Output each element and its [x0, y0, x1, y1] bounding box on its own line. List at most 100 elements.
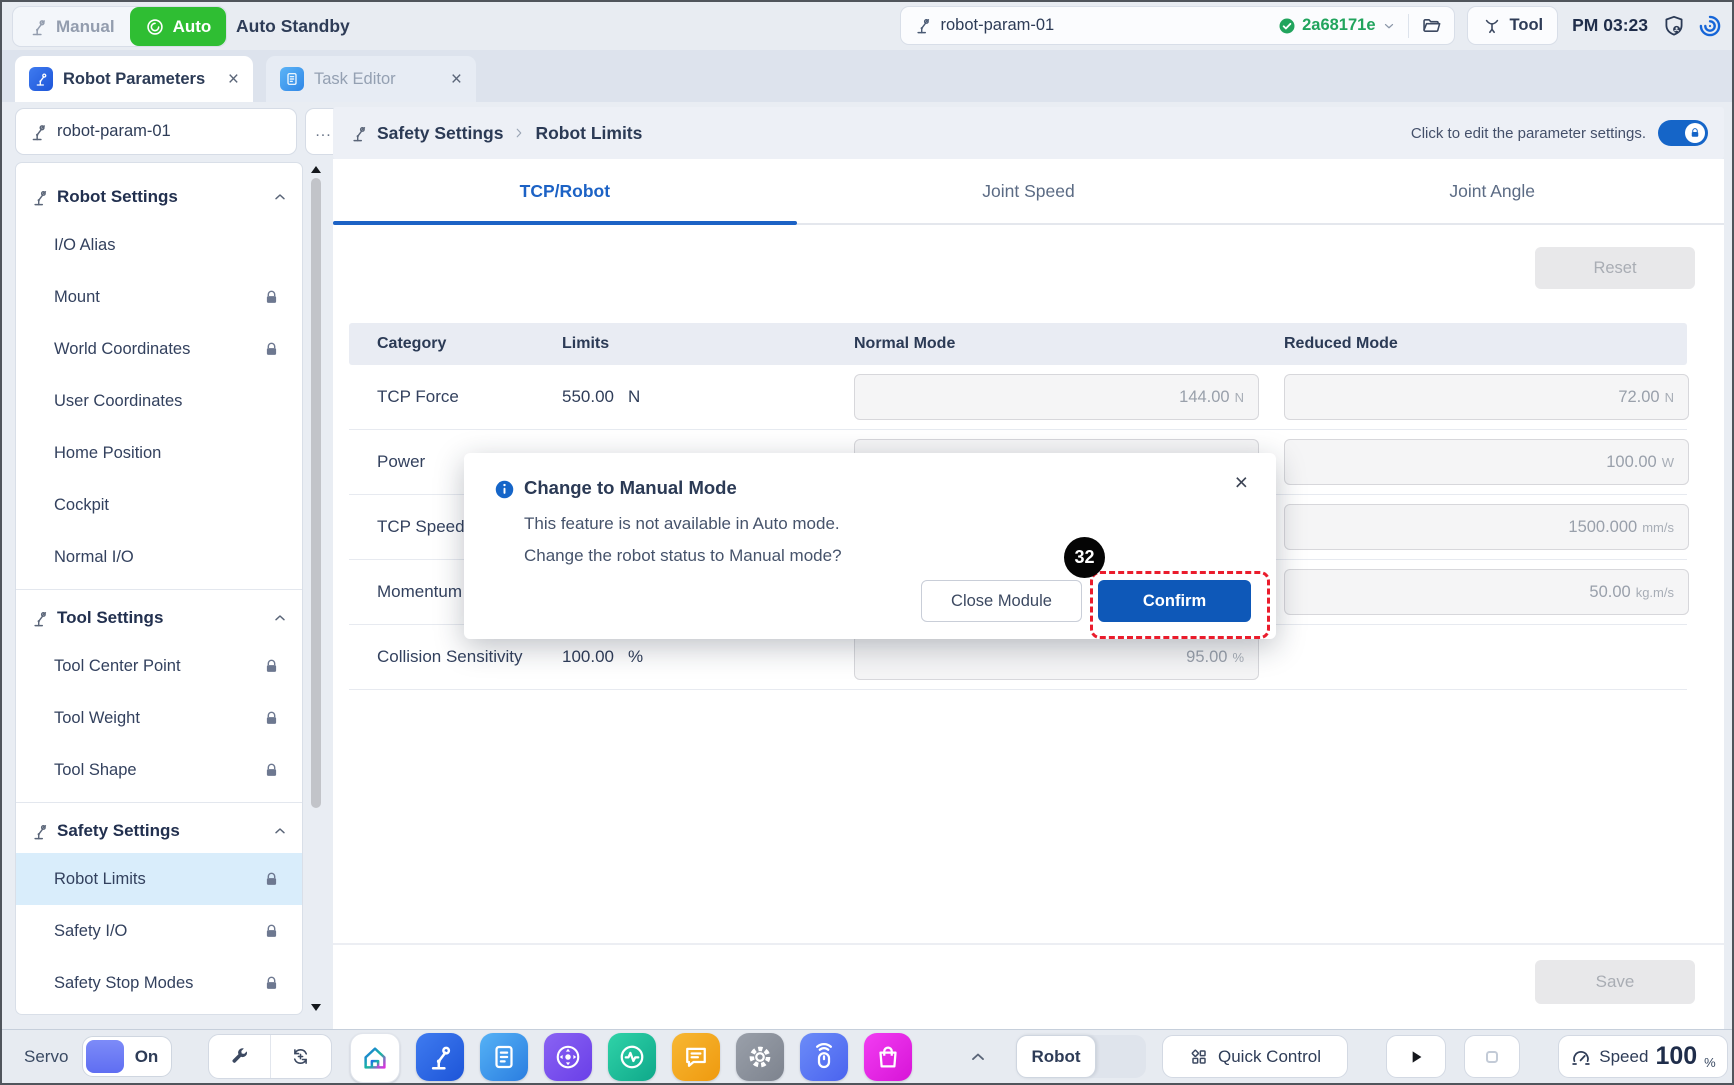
- jog-app-icon[interactable]: [544, 1033, 592, 1081]
- tab-task-editor[interactable]: Task Editor ×: [266, 56, 476, 102]
- table-row-tcp-force: TCP Force550.00N144.00N72.00N: [349, 365, 1687, 430]
- parameter-file-selector[interactable]: robot-param-01 2a68171e: [900, 6, 1455, 45]
- sidebar-item-safety-stop-modes[interactable]: Safety Stop Modes: [16, 957, 302, 1009]
- servo-label: Servo: [24, 1030, 68, 1083]
- lock-icon: [1689, 127, 1701, 139]
- settings-app-icon[interactable]: [736, 1033, 784, 1081]
- save-button[interactable]: Save: [1535, 960, 1695, 1004]
- tab-tcp-robot[interactable]: TCP/Robot: [333, 159, 797, 223]
- change-to-manual-mode-dialog: Change to Manual Mode × This feature is …: [464, 453, 1276, 639]
- sidebar-section-robot-settings[interactable]: Robot Settings: [16, 175, 302, 219]
- sync-position-button[interactable]: [270, 1035, 332, 1078]
- sidebar-panel: Robot SettingsI/O Alias Mount World Coordi…: [15, 162, 303, 1015]
- edit-lock-toggle[interactable]: [1658, 120, 1708, 146]
- confirm-button[interactable]: Confirm: [1098, 580, 1251, 622]
- close-tab-icon[interactable]: ×: [228, 70, 239, 89]
- sidebar-item-label: Robot Limits: [54, 870, 146, 889]
- remote-app-icon[interactable]: [800, 1033, 848, 1081]
- monitoring-app-icon[interactable]: [608, 1033, 656, 1081]
- play-button[interactable]: [1386, 1035, 1446, 1078]
- manual-mode-button[interactable]: Manual: [13, 7, 130, 46]
- close-module-button[interactable]: Close Module: [921, 580, 1082, 622]
- sidebar-item-cockpit[interactable]: Cockpit: [16, 479, 302, 531]
- auto-mode-button[interactable]: Auto: [130, 7, 227, 46]
- footer-divider: [333, 943, 1724, 945]
- sidebar-item-user-coordinates[interactable]: User Coordinates: [16, 375, 302, 427]
- open-file-icon[interactable]: [1421, 15, 1442, 36]
- dialog-close-icon[interactable]: ×: [1235, 471, 1248, 494]
- scroll-up-arrow[interactable]: [311, 166, 321, 173]
- reduced-mode-input-tcp-force[interactable]: 72.00N: [1284, 374, 1689, 420]
- sidebar-item-label: Tool Weight: [54, 709, 140, 728]
- sidebar-item-label: Cockpit: [54, 496, 109, 515]
- robot-sim-toggle[interactable]: Robot: [1016, 1035, 1146, 1078]
- reduced-mode-input-power[interactable]: 100.00W: [1284, 439, 1689, 485]
- scroll-down-arrow[interactable]: [311, 1004, 321, 1011]
- store-app-icon[interactable]: [864, 1033, 912, 1081]
- reduced-mode-input-momentum[interactable]: 50.00kg.m/s: [1284, 569, 1689, 615]
- speed-label: Speed: [1599, 1047, 1648, 1067]
- tab-robot-parameters[interactable]: Robot Parameters ×: [15, 56, 253, 102]
- chat-glyph-icon: [681, 1042, 711, 1072]
- app-tab-strip: Robot Parameters × Task Editor ×: [2, 50, 1732, 102]
- chevron-up-icon: [272, 823, 288, 839]
- limits-cell: 550.00N: [562, 387, 854, 407]
- speed-value: 100: [1655, 1042, 1697, 1071]
- sidebar-section-tool-settings[interactable]: Tool Settings: [16, 596, 302, 640]
- tab-label: Robot Parameters: [63, 70, 205, 89]
- sidebar-item-i-o-alias[interactable]: I/O Alias: [16, 219, 302, 271]
- robot-arm-icon: [913, 16, 932, 35]
- sidebar-item-normal-i-o[interactable]: Normal I/O: [16, 531, 302, 583]
- commit-hash-dropdown[interactable]: 2a68171e: [1278, 16, 1395, 35]
- chevron-up-icon: [272, 189, 288, 205]
- servo-toggle[interactable]: On: [82, 1036, 172, 1077]
- sidebar-item-tool-center-point[interactable]: Tool Center Point: [16, 640, 302, 692]
- scrollbar-thumb[interactable]: [311, 178, 321, 808]
- robot-params-app-icon[interactable]: [416, 1033, 464, 1081]
- recovery-icon[interactable]: [1698, 14, 1722, 38]
- grid-icon: [1189, 1047, 1209, 1067]
- sidebar-item-label: Tool Center Point: [54, 657, 181, 676]
- safety-user-icon[interactable]: [1662, 14, 1686, 38]
- play-icon: [1406, 1047, 1426, 1067]
- sidebar-item-tool-weight[interactable]: Tool Weight: [16, 692, 302, 744]
- log-app-icon[interactable]: [672, 1033, 720, 1081]
- tool-button[interactable]: Tool: [1467, 6, 1559, 45]
- reset-button[interactable]: Reset: [1535, 247, 1695, 289]
- home-app-icon[interactable]: [350, 1033, 400, 1083]
- lock-icon: [263, 710, 280, 727]
- robot-white-glyph-icon: [425, 1042, 455, 1072]
- lock-icon: [263, 289, 280, 306]
- reduced-mode-input-tcp-speed[interactable]: 1500.000mm/s: [1284, 504, 1689, 550]
- sidebar-scrollbar[interactable]: [308, 162, 324, 1015]
- sidebar-section-safety-settings[interactable]: Safety Settings: [16, 809, 302, 853]
- sidebar-item-world-coordinates[interactable]: World Coordinates: [16, 323, 302, 375]
- sidebar-item-safety-i-o[interactable]: Safety I/O: [16, 905, 302, 957]
- sidebar-divider: [16, 589, 302, 590]
- normal-mode-input-collision-sensitivity[interactable]: 95.00%: [854, 634, 1259, 680]
- speed-control[interactable]: Speed 100 %: [1558, 1035, 1728, 1078]
- task-editor-app-icon[interactable]: [480, 1033, 528, 1081]
- sidebar-item-robot-limits[interactable]: Robot Limits: [16, 853, 302, 905]
- tab-joint-speed[interactable]: Joint Speed: [797, 159, 1261, 223]
- check-circle-icon: [1278, 17, 1296, 35]
- parameter-file-name: robot-param-01: [941, 16, 1055, 35]
- task-editor-tab-icon: [280, 67, 304, 91]
- sidebar-item-tool-shape[interactable]: Tool Shape: [16, 744, 302, 796]
- limits-tab-bar: TCP/Robot Joint Speed Joint Angle: [333, 159, 1724, 225]
- sidebar-item-home-position[interactable]: Home Position: [16, 427, 302, 479]
- breadcrumb-section: Safety Settings: [377, 123, 503, 144]
- robot-control-app: Manual Auto Auto Standby robot-param-01 …: [0, 0, 1734, 1085]
- normal-mode-input-tcp-force[interactable]: 144.00N: [854, 374, 1259, 420]
- quick-control-button[interactable]: Quick Control: [1162, 1035, 1348, 1078]
- sidebar-item-label: Mount: [54, 288, 100, 307]
- close-tab-icon[interactable]: ×: [451, 70, 462, 89]
- dock-expand-chevron-icon[interactable]: [968, 1047, 988, 1067]
- stop-button[interactable]: [1464, 1035, 1520, 1078]
- robot-arm-icon: [349, 124, 368, 143]
- quick-control-label: Quick Control: [1218, 1047, 1321, 1067]
- tab-joint-angle[interactable]: Joint Angle: [1260, 159, 1724, 223]
- workcell-tools-button[interactable]: [209, 1035, 270, 1078]
- sidebar-param-name-box[interactable]: robot-param-01: [15, 108, 297, 155]
- sidebar-item-mount[interactable]: Mount: [16, 271, 302, 323]
